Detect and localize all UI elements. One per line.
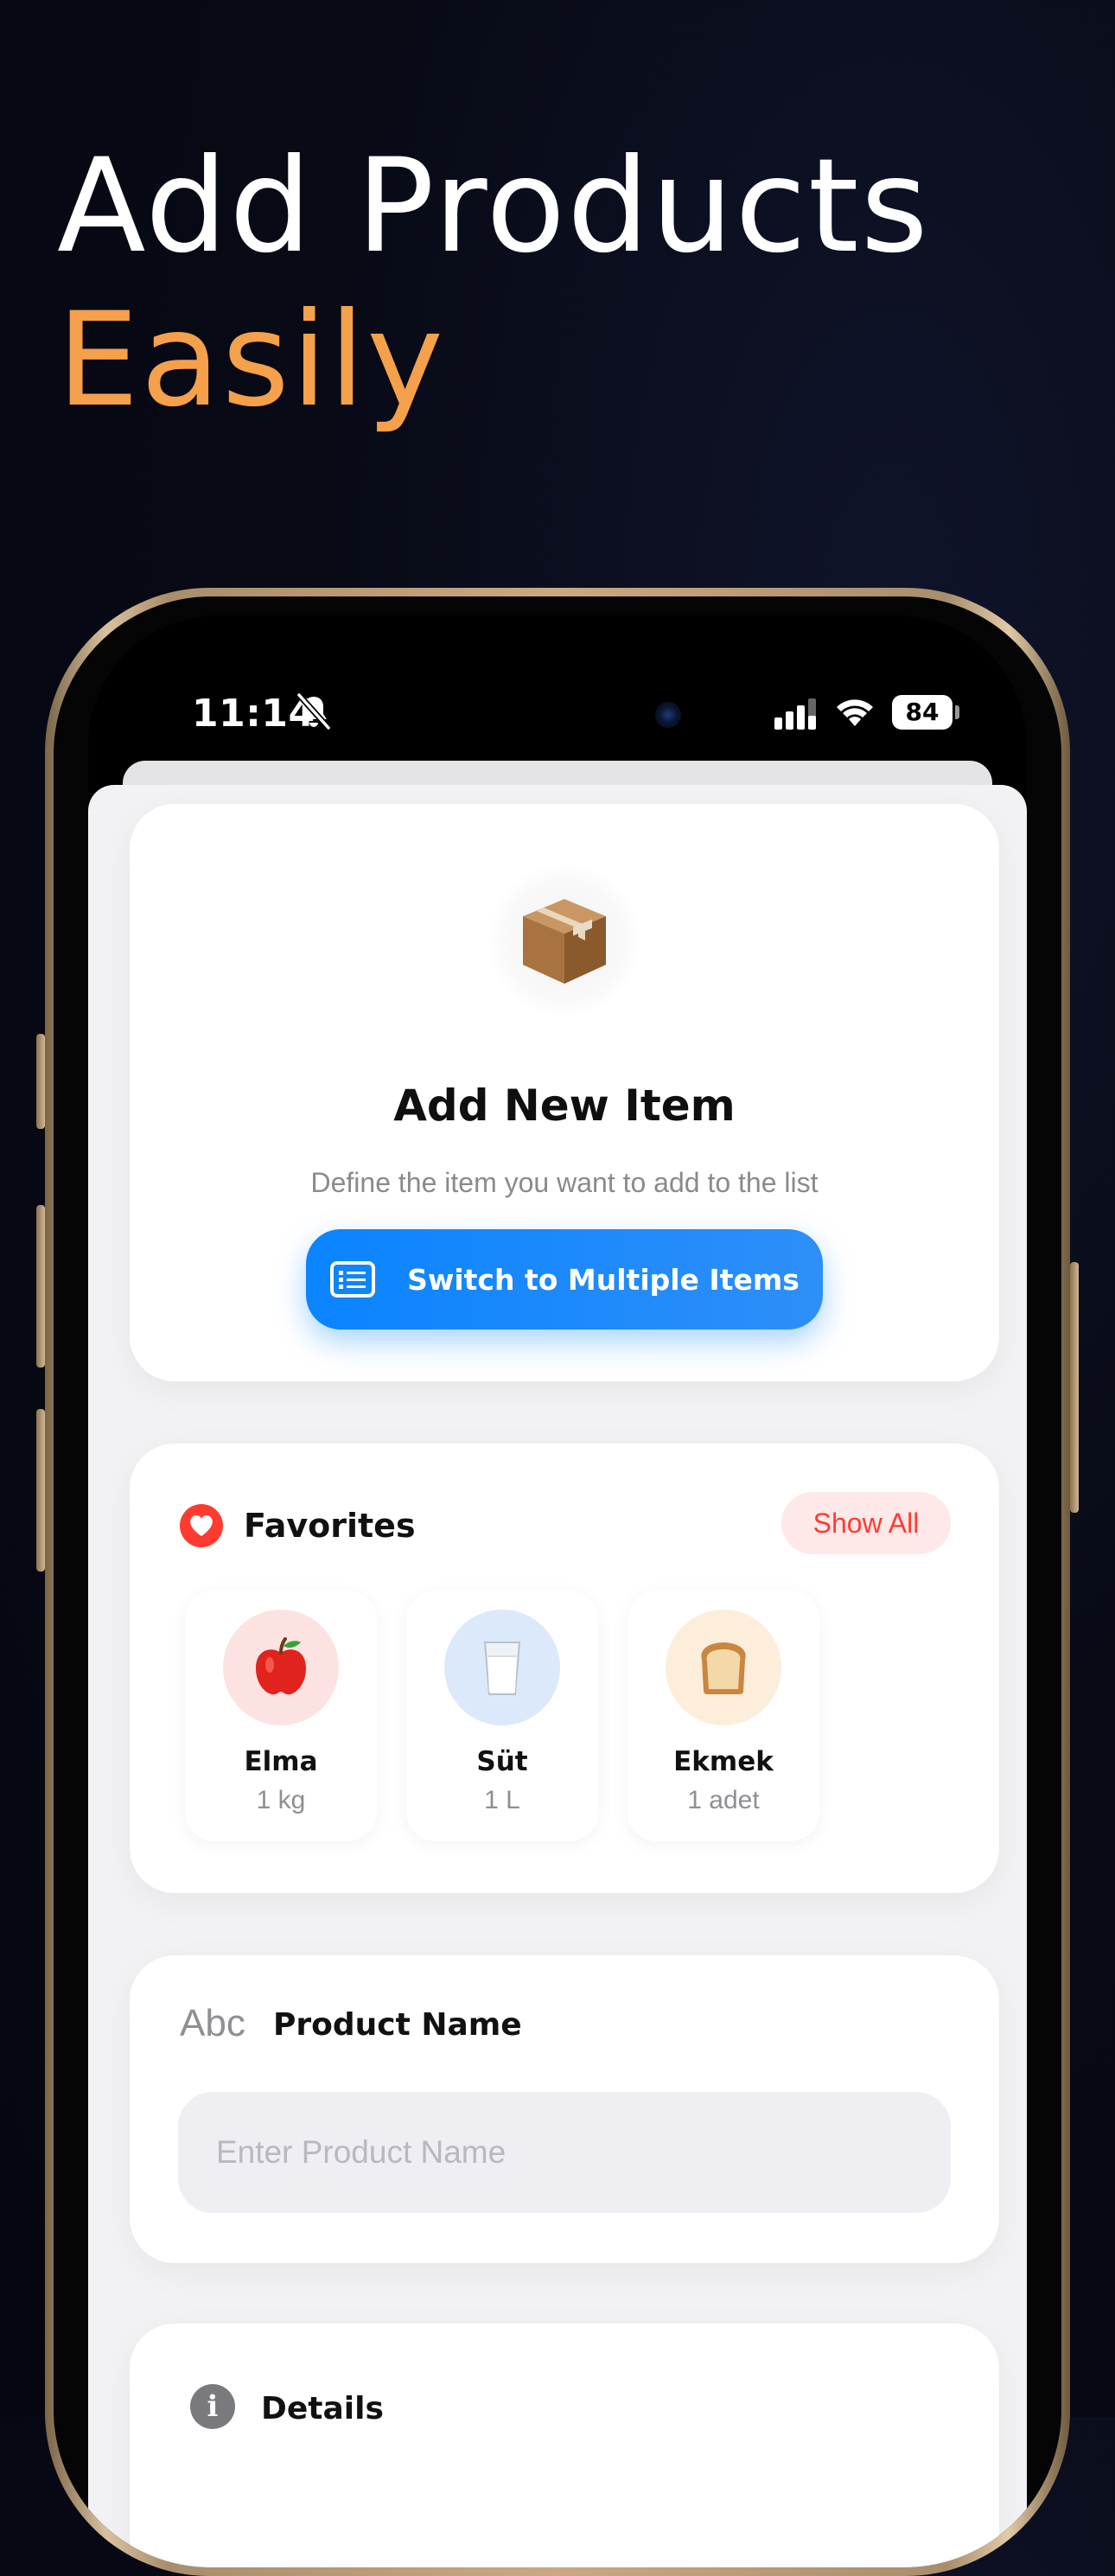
- favorite-item-ekmek[interactable]: Ekmek 1 adet: [628, 1591, 819, 1841]
- battery-tip: [955, 705, 959, 719]
- favorite-name: Süt: [476, 1746, 528, 1777]
- phone-screen: 11:14 84 Add New Item Define the item yo…: [88, 615, 1027, 2567]
- show-all-button[interactable]: Show All: [781, 1492, 951, 1554]
- status-bar: 11:14 84: [88, 615, 1027, 754]
- cellular-signal-icon: [774, 698, 816, 730]
- card-title: Add New Item: [393, 1081, 736, 1131]
- battery-icon: 84: [892, 695, 953, 730]
- package-box-icon: [523, 899, 606, 984]
- phone-frame: 11:14 84 Add New Item Define the item yo…: [45, 588, 1070, 2576]
- bell-slash-icon: [296, 692, 331, 730]
- favorite-qty: 1 kg: [256, 1786, 306, 1814]
- headline-line-1: Add Products: [57, 131, 930, 282]
- text-format-icon: Abc: [180, 2002, 245, 2044]
- milk-glass-icon: [444, 1610, 560, 1725]
- volume-up-button: [36, 1205, 45, 1368]
- headline: Add Products Easily: [57, 130, 930, 437]
- apple-icon: [223, 1610, 339, 1725]
- front-camera: [655, 702, 681, 728]
- add-item-sheet[interactable]: Add New Item Define the item you want to…: [88, 785, 1027, 2567]
- switch-to-multiple-items-button[interactable]: Switch to Multiple Items: [306, 1229, 823, 1329]
- product-name-card: Abc Product Name: [130, 1955, 999, 2263]
- details-label: Details: [261, 2391, 384, 2426]
- favorite-name: Ekmek: [673, 1746, 774, 1777]
- product-name-label: Product Name: [273, 2007, 522, 2043]
- volume-down-button: [36, 1409, 45, 1572]
- product-name-input[interactable]: [178, 2092, 951, 2213]
- bread-icon: [666, 1610, 781, 1725]
- side-power-button: [1070, 1262, 1079, 1513]
- headline-line-2: Easily: [57, 285, 445, 436]
- phone-bezel: 11:14 84 Add New Item Define the item yo…: [54, 596, 1061, 2567]
- action-button: [36, 1034, 45, 1129]
- wifi-icon: [837, 699, 873, 726]
- favorite-item-elma[interactable]: Elma 1 kg: [185, 1591, 377, 1841]
- favorite-name: Elma: [244, 1746, 318, 1777]
- list-icon: [330, 1261, 376, 1298]
- favorites-card: Favorites Show All Elma 1 kg Süt 1 L Ekm…: [130, 1444, 999, 1893]
- card-subtitle: Define the item you want to add to the l…: [310, 1167, 819, 1198]
- details-card: i Details: [130, 2324, 999, 2567]
- heart-icon: [180, 1504, 223, 1547]
- favorite-qty: 1 L: [484, 1786, 520, 1814]
- switch-button-label: Switch to Multiple Items: [407, 1262, 800, 1297]
- favorites-title: Favorites: [244, 1507, 416, 1545]
- info-icon: i: [190, 2384, 235, 2429]
- favorite-item-sut[interactable]: Süt 1 L: [406, 1591, 598, 1841]
- favorite-qty: 1 adet: [687, 1786, 760, 1814]
- add-item-card: Add New Item Define the item you want to…: [130, 804, 999, 1381]
